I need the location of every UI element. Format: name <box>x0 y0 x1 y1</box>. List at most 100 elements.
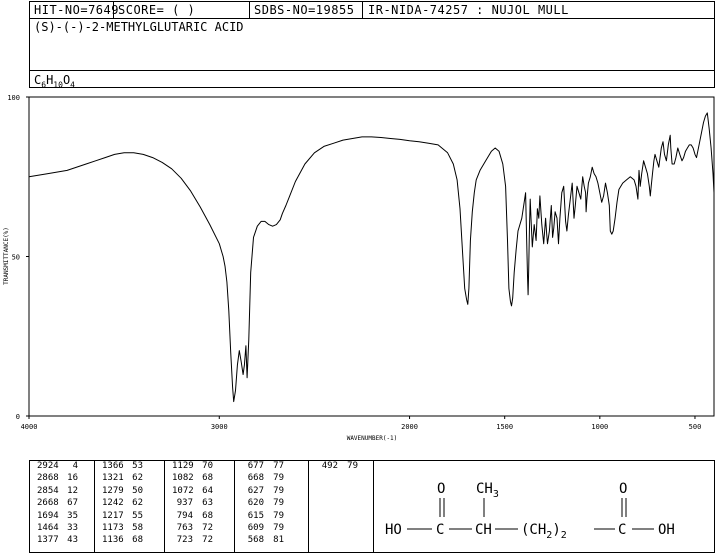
y-axis-label: TRANSMITTANCE(%) <box>3 227 10 285</box>
peak-intensity: 33 <box>67 522 78 533</box>
peak-column-divider <box>308 460 309 553</box>
peak-intensity: 79 <box>347 461 358 471</box>
structure-diagram: O CH3 O HO C CH (CH2)2 C OH <box>385 481 675 541</box>
peak-intensity: 4 <box>72 461 78 471</box>
peak-wavenumber: 668 <box>247 473 264 484</box>
peak-row: 1242 62 <box>102 497 143 509</box>
peak-row: 1136 68 <box>102 534 143 546</box>
peak-column: 677 77 668 79 627 79 620 79 615 79 609 79 568 81 <box>243 460 284 547</box>
peak-intensity: 81 <box>273 535 284 546</box>
peak-wavenumber: 1082 <box>172 473 194 484</box>
peak-intensity: 68 <box>202 510 213 521</box>
peak-intensity: 35 <box>67 510 78 521</box>
peak-intensity: 62 <box>132 498 143 509</box>
peak-row: 1694 35 <box>37 510 78 522</box>
x-tick-label: 4000 <box>21 423 38 431</box>
spectrum-line <box>28 112 715 403</box>
ir-spectrum-chart: 4000 3000 2000 1500 1000 500 0 50 100 WAVENUMBER(… <box>3 94 715 442</box>
peak-wavenumber: 1072 <box>172 485 194 496</box>
header-divider <box>249 1 250 19</box>
header-divider <box>362 1 363 19</box>
peak-wavenumber: 1464 <box>37 522 59 533</box>
peak-row: 1464 33 <box>37 522 78 534</box>
structure-oh: OH <box>658 522 675 538</box>
peak-intensity: 58 <box>132 522 143 533</box>
x-tick-label: 500 <box>689 423 702 431</box>
peak-intensity: 72 <box>202 535 213 546</box>
sdbs-number: SDBS-NO=19855 <box>254 3 355 17</box>
peak-column: 1366 53 1321 62 1279 50 1242 62 1217 55 1173 58 1136… <box>102 460 143 547</box>
peak-wavenumber: 794 <box>176 510 193 521</box>
peak-row: 1366 53 <box>102 460 143 472</box>
peak-row: 627 79 <box>243 485 284 497</box>
peak-wavenumber: 1377 <box>37 535 59 546</box>
peak-intensity: 12 <box>67 485 78 496</box>
peak-intensity: 50 <box>132 485 143 496</box>
peak-wavenumber: 1321 <box>102 473 124 484</box>
structure-ch2-group: (CH2)2 <box>521 522 567 541</box>
peak-row: 2868 16 <box>37 472 78 484</box>
peak-wavenumber: 609 <box>247 522 264 533</box>
peak-wavenumber: 1136 <box>102 535 124 546</box>
peak-wavenumber: 620 <box>247 498 264 509</box>
peak-row: 1377 43 <box>37 534 78 546</box>
peak-intensity: 68 <box>132 535 143 546</box>
peak-row: 1321 62 <box>102 472 143 484</box>
peak-wavenumber: 763 <box>176 522 193 533</box>
peak-row: 1279 50 <box>102 485 143 497</box>
peak-wavenumber: 627 <box>247 485 264 496</box>
peak-wavenumber: 2668 <box>37 498 59 509</box>
structure-carbonyl-o-left: O <box>437 481 445 497</box>
peak-row: 1217 55 <box>102 510 143 522</box>
x-tick-label: 1500 <box>496 423 513 431</box>
peak-wavenumber: 1129 <box>172 461 194 471</box>
peak-intensity: 77 <box>273 461 284 471</box>
peak-intensity: 67 <box>67 498 78 509</box>
peak-row: 1082 68 <box>172 472 213 484</box>
peak-row: 1129 70 <box>172 460 213 472</box>
peak-intensity: 79 <box>273 510 284 521</box>
peak-column: 1129 70 1082 68 1072 64 937 63 794 68 763 72 723 72 <box>172 460 213 547</box>
peak-row: 615 79 <box>243 510 284 522</box>
peak-row: 677 77 <box>243 460 284 472</box>
peak-row: 2854 12 <box>37 485 78 497</box>
peak-row: 668 79 <box>243 472 284 484</box>
peak-wavenumber: 1694 <box>37 510 59 521</box>
peak-intensity: 68 <box>202 473 213 484</box>
peak-intensity: 62 <box>132 473 143 484</box>
peak-row: 1072 64 <box>172 485 213 497</box>
peak-wavenumber: 2854 <box>37 485 59 496</box>
y-tick-label: 0 <box>16 413 20 421</box>
structure-carbon-2: C <box>618 522 626 538</box>
hit-number: HIT-NO=7649 <box>34 3 119 17</box>
peak-column-divider <box>164 460 165 553</box>
peak-intensity: 43 <box>67 535 78 546</box>
peak-row: 937 63 <box>172 497 213 509</box>
peak-wavenumber: 1217 <box>102 510 124 521</box>
peak-row: 1173 58 <box>102 522 143 534</box>
peak-row: 620 79 <box>243 497 284 509</box>
peak-row: 492 79 <box>317 460 358 472</box>
y-tick-label: 50 <box>12 254 20 262</box>
peak-wavenumber: 677 <box>247 461 264 471</box>
peak-wavenumber: 492 <box>321 461 338 471</box>
structure-ch: CH <box>475 522 492 538</box>
peak-intensity: 63 <box>202 498 213 509</box>
structure-carbon-1: C <box>436 522 444 538</box>
peak-column-divider <box>94 460 95 553</box>
x-tick-label: 3000 <box>211 423 228 431</box>
peak-row: 2924 4 <box>37 460 78 472</box>
formula-divider <box>29 70 715 71</box>
peak-column-divider <box>234 460 235 553</box>
peak-row: 609 79 <box>243 522 284 534</box>
peak-row: 2668 67 <box>37 497 78 509</box>
peak-wavenumber: 1242 <box>102 498 124 509</box>
peak-intensity: 79 <box>273 473 284 484</box>
peak-wavenumber: 615 <box>247 510 264 521</box>
peak-intensity: 64 <box>202 485 213 496</box>
peak-wavenumber: 2868 <box>37 473 59 484</box>
peak-intensity: 70 <box>202 461 213 471</box>
x-tick-label: 1000 <box>591 423 608 431</box>
peak-row: 568 81 <box>243 534 284 546</box>
score: SCORE= ( ) <box>118 3 196 17</box>
